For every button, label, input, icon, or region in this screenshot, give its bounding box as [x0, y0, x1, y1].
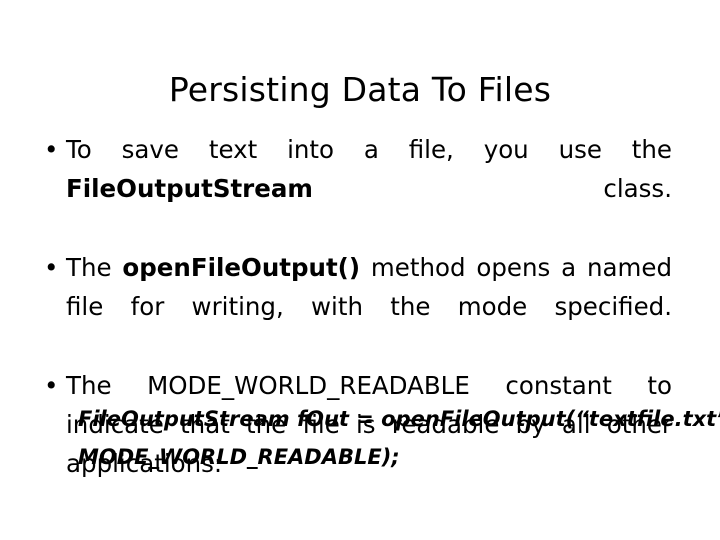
bullet-segment: The	[66, 253, 123, 282]
bullet-marker-icon: •	[44, 253, 59, 282]
bullet-marker-icon: •	[44, 135, 59, 164]
list-item: • To save text into a file, you use the …	[42, 130, 672, 247]
slide-canvas: Persisting Data To Files • To save text …	[0, 0, 720, 540]
list-item-text: To save text into a file, you use the Fi…	[66, 130, 672, 247]
bullet-segment-emphasis: FileOutputStream	[66, 174, 313, 203]
bullet-segment: class.	[312, 174, 672, 203]
code-snippet: FileOutputStream fOut = openFileOutput(“…	[78, 400, 720, 476]
list-item-text: The openFileOutput() method opens a name…	[66, 248, 672, 365]
list-item: • The openFileOutput() method opens a na…	[42, 248, 672, 365]
code-line: FileOutputStream fOut = openFileOutput(“…	[78, 407, 720, 431]
page-title: Persisting Data To Files	[168, 70, 552, 110]
bullet-segment: To save text into a file, you use the	[66, 135, 672, 164]
bullet-marker-icon: •	[44, 371, 59, 400]
bullet-segment-emphasis: openFileOutput()	[122, 253, 361, 282]
code-line: MODE_WORLD_READABLE);	[78, 445, 400, 469]
